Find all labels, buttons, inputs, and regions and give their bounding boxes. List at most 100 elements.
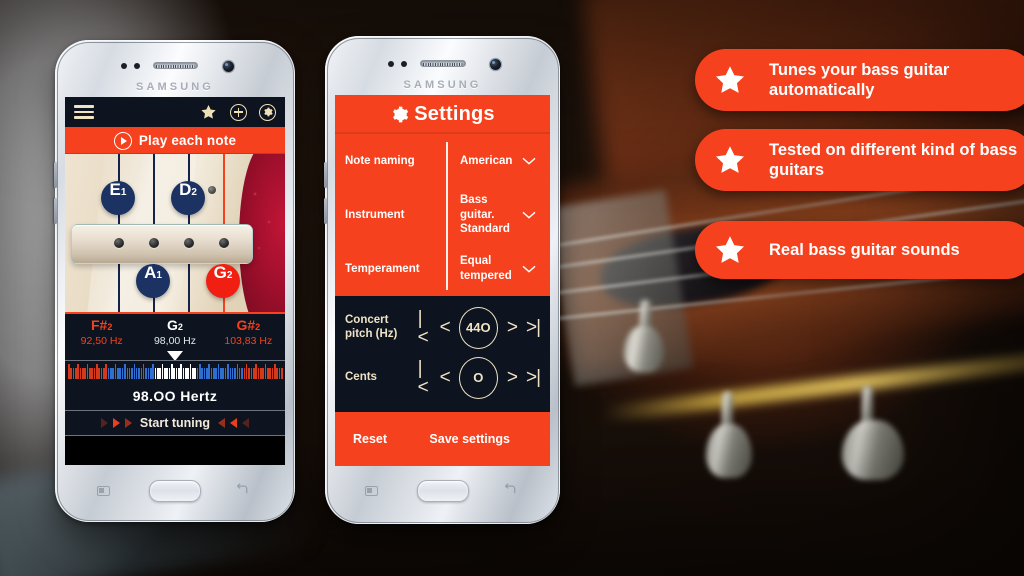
volume-down-button[interactable] bbox=[324, 198, 327, 224]
ruler-tick bbox=[117, 368, 119, 379]
ruler-tick bbox=[252, 368, 255, 379]
note-scale-next: G#2 103,83 Hz bbox=[212, 314, 285, 360]
back-button[interactable] bbox=[235, 483, 249, 494]
save-settings-button[interactable]: Save settings bbox=[429, 432, 510, 446]
chevron-down-icon[interactable] bbox=[521, 210, 537, 220]
note-octave: 2 bbox=[191, 187, 197, 198]
settings-title: Settings bbox=[414, 102, 495, 125]
ruler-tick bbox=[82, 368, 84, 379]
ruler-tick bbox=[86, 364, 89, 379]
play-each-note-label: Play each note bbox=[138, 133, 237, 148]
ruler-tick bbox=[98, 368, 101, 379]
settings-row-temperament[interactable]: Temperament Equal tempered bbox=[335, 242, 550, 296]
stepper-prev-button[interactable]: < bbox=[440, 318, 451, 337]
ruler-tick bbox=[124, 364, 126, 379]
play-each-note-button[interactable]: Play each note bbox=[65, 127, 285, 154]
volume-up-button[interactable] bbox=[54, 162, 57, 188]
home-button[interactable] bbox=[149, 480, 201, 502]
settings-row-instrument[interactable]: Instrument Bass guitar. Standard bbox=[335, 188, 550, 242]
ruler-tick bbox=[269, 368, 271, 379]
ruler-tick bbox=[133, 364, 136, 379]
plus-circle-icon[interactable] bbox=[230, 103, 247, 121]
ruler-tick bbox=[96, 364, 98, 379]
ruler-tick bbox=[89, 368, 91, 379]
home-button[interactable] bbox=[417, 480, 469, 502]
ruler-tick bbox=[248, 368, 250, 379]
note-button-a1[interactable]: A1 bbox=[136, 264, 170, 298]
ruler-tick bbox=[152, 364, 154, 379]
stepper-first-button[interactable]: |< bbox=[418, 309, 431, 347]
recents-button[interactable] bbox=[365, 486, 378, 496]
recents-button[interactable] bbox=[97, 486, 110, 496]
settings-value: Bass guitar. Standard bbox=[460, 194, 510, 235]
pole-piece bbox=[184, 238, 194, 248]
ruler-tick bbox=[107, 368, 110, 379]
ruler-tick bbox=[264, 364, 267, 379]
note-octave: 1 bbox=[156, 270, 162, 281]
ruler-tick bbox=[131, 368, 133, 379]
ruler-tick bbox=[262, 368, 264, 379]
note-scale-octave: 2 bbox=[255, 322, 261, 332]
settings-row-note-naming[interactable]: Note naming American bbox=[335, 134, 550, 188]
stepper-first-button[interactable]: |< bbox=[418, 359, 431, 397]
note-scale-hz: 98,00 Hz bbox=[153, 334, 196, 347]
ruler-tick bbox=[213, 368, 215, 379]
ruler-tick bbox=[163, 368, 166, 379]
note-label: D bbox=[179, 180, 192, 199]
ruler-tick bbox=[100, 368, 103, 379]
chevron-down-icon[interactable] bbox=[521, 264, 537, 274]
feature-badge-2: Tested on different kind of bass guitars bbox=[695, 129, 1024, 191]
feature-badge-text: Tunes your bass guitar automatically bbox=[769, 60, 950, 99]
phone-device-tuner: SAMSUNG Play each note E 1 D 2 A 1 G 2 F… bbox=[54, 40, 295, 522]
note-scale-name: G# bbox=[236, 317, 256, 333]
settings-label: Instrument bbox=[345, 208, 405, 221]
ruler-tick bbox=[175, 368, 178, 379]
fretboard-area: E1 D2 A1 G2 bbox=[65, 154, 285, 312]
ruler-tick bbox=[166, 368, 168, 379]
chevron-down-icon[interactable] bbox=[521, 156, 537, 166]
star-icon[interactable] bbox=[199, 103, 218, 121]
stepper-concert-pitch: Concert pitch (Hz) |< < 44O > >| bbox=[335, 303, 550, 353]
proximity-sensor bbox=[121, 63, 127, 69]
stepper-next-button[interactable]: > bbox=[507, 318, 518, 337]
ruler-tick bbox=[236, 364, 239, 379]
earpiece-speaker bbox=[153, 62, 198, 69]
pole-piece bbox=[219, 238, 229, 248]
volume-down-button[interactable] bbox=[54, 198, 57, 224]
volume-up-button[interactable] bbox=[324, 162, 327, 188]
stepper-next-button[interactable]: > bbox=[507, 368, 518, 387]
note-label: G bbox=[213, 263, 227, 282]
settings-actions: Reset Save settings bbox=[335, 411, 550, 466]
note-button-g2-active[interactable]: G2 bbox=[206, 264, 240, 298]
ruler-tick bbox=[135, 368, 138, 379]
stepper-prev-button[interactable]: < bbox=[440, 368, 451, 387]
ruler-tick bbox=[170, 364, 173, 379]
pole-piece bbox=[114, 238, 124, 248]
stepper-last-button[interactable]: >| bbox=[526, 318, 541, 337]
ruler-tick bbox=[140, 368, 143, 379]
hamburger-icon[interactable] bbox=[74, 105, 94, 119]
stepper-last-button[interactable]: >| bbox=[526, 368, 541, 387]
back-button[interactable] bbox=[503, 483, 517, 494]
stepper-label: Cents bbox=[345, 370, 377, 383]
proximity-sensor bbox=[388, 61, 394, 67]
phone-screen-settings: Settings Note naming American Instrument… bbox=[335, 95, 550, 466]
settings-value: Equal tempered bbox=[460, 255, 512, 282]
ruler-tick bbox=[180, 364, 182, 379]
tuner-bottom-filler bbox=[65, 436, 285, 465]
note-scale-hz: 103,83 Hz bbox=[224, 334, 273, 347]
gear-circle-icon[interactable] bbox=[259, 103, 276, 121]
ruler-tick bbox=[206, 368, 208, 379]
ruler-tick bbox=[189, 364, 192, 379]
star-icon bbox=[715, 146, 745, 173]
note-octave: 1 bbox=[120, 187, 127, 198]
note-button-e1[interactable]: E1 bbox=[101, 181, 135, 215]
note-button-d2[interactable]: D2 bbox=[171, 181, 205, 215]
ruler-tick bbox=[203, 368, 206, 379]
samsung-brand-logo: SAMSUNG bbox=[403, 79, 482, 91]
start-tuning-bar[interactable]: Start tuning bbox=[65, 410, 285, 436]
reset-button[interactable]: Reset bbox=[353, 432, 387, 446]
star-icon bbox=[715, 236, 745, 263]
ruler-tick bbox=[192, 368, 194, 379]
ruler-tick bbox=[250, 368, 253, 379]
